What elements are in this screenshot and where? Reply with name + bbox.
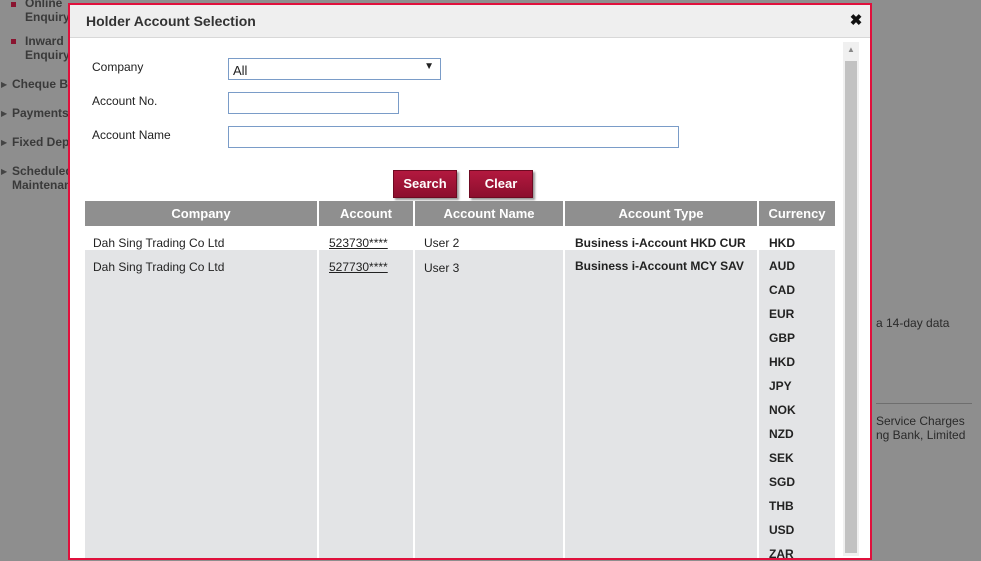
holder-account-selection-dialog: Holder Account Selection ✖ Company All ▼… [68, 3, 872, 560]
column-divider [757, 201, 759, 558]
account-number[interactable]: 523730**** [329, 236, 388, 250]
background-note: a 14-day data [876, 316, 950, 330]
background-divider [876, 403, 972, 404]
company-select[interactable]: All ▼ [228, 58, 441, 80]
triangle-right-icon: ▶ [1, 138, 8, 147]
cell-currency: ZAR [769, 547, 794, 560]
cell-currency: JPY [769, 379, 792, 393]
nav-payments[interactable]: Payments [12, 106, 69, 120]
search-button[interactable]: Search [393, 170, 457, 198]
cell-account-type: Business i-Account HKD CUR [575, 236, 746, 250]
nav-scheduled-maintenance[interactable]: Scheduled Maintenan [12, 164, 73, 192]
cell-currency: AUD [769, 259, 795, 273]
triangle-right-icon: ▶ [1, 80, 8, 89]
nav-fixed-deposit[interactable]: Fixed Dep [12, 135, 69, 149]
cell-currency: NZD [769, 427, 794, 441]
column-header-company[interactable]: Company [85, 201, 317, 226]
cell-currency: USD [769, 523, 795, 537]
nav-online-enquiry[interactable]: Online Enquiry [25, 0, 70, 24]
column-header-currency[interactable]: Currency [759, 201, 835, 226]
account-no-label: Account No. [92, 94, 158, 108]
company-select-value: All [233, 63, 248, 78]
close-icon[interactable]: ✖ [848, 11, 864, 29]
triangle-right-icon: ▶ [1, 109, 8, 118]
column-header-account-type[interactable]: Account Type [565, 201, 757, 226]
cell-currency: CAD [769, 283, 795, 297]
account-name-label: Account Name [92, 128, 171, 142]
clear-button[interactable]: Clear [469, 170, 533, 198]
cell-currency: HKD [769, 236, 795, 250]
cell-currency: THB [769, 499, 794, 513]
column-header-account[interactable]: Account [319, 201, 413, 226]
vertical-scrollbar[interactable]: ▲ [843, 42, 859, 556]
account-link[interactable]: 523730**** [329, 236, 388, 250]
cell-account-name: User 3 [424, 261, 460, 275]
background-note: Service Charges ng Bank, Limited [876, 414, 966, 442]
table-row [85, 250, 835, 558]
account-no-input[interactable] [228, 92, 399, 114]
chevron-down-icon: ▼ [424, 61, 434, 72]
account-number[interactable]: 527730**** [329, 260, 388, 274]
cell-currency: NOK [769, 403, 796, 417]
scroll-up-icon[interactable]: ▲ [843, 42, 859, 58]
bullet-icon [11, 39, 16, 44]
triangle-right-icon: ▶ [1, 167, 8, 176]
nav-cheque[interactable]: Cheque B [12, 77, 68, 91]
column-divider [317, 201, 319, 558]
column-divider [563, 201, 565, 558]
company-label: Company [92, 60, 144, 74]
cell-currency: EUR [769, 307, 795, 321]
bullet-icon [11, 2, 16, 7]
cell-company: Dah Sing Trading Co Ltd [93, 236, 225, 250]
column-divider [413, 201, 415, 558]
dialog-header: Holder Account Selection ✖ [70, 5, 870, 38]
cell-account-name: User 2 [424, 236, 460, 250]
scrollbar-thumb[interactable] [845, 61, 857, 553]
cell-currency: SGD [769, 475, 796, 489]
cell-currency: HKD [769, 355, 795, 369]
cell-account-type: Business i-Account MCY SAV [575, 259, 744, 273]
dialog-title: Holder Account Selection [86, 13, 256, 29]
column-header-account-name[interactable]: Account Name [415, 201, 563, 226]
cell-company: Dah Sing Trading Co Ltd [93, 260, 225, 274]
account-name-input[interactable] [228, 126, 679, 148]
cell-currency: SEK [769, 451, 794, 465]
account-link[interactable]: 527730**** [329, 260, 388, 274]
cell-currency: GBP [769, 331, 796, 345]
nav-inward-enquiry[interactable]: Inward Enquiry [25, 34, 70, 62]
